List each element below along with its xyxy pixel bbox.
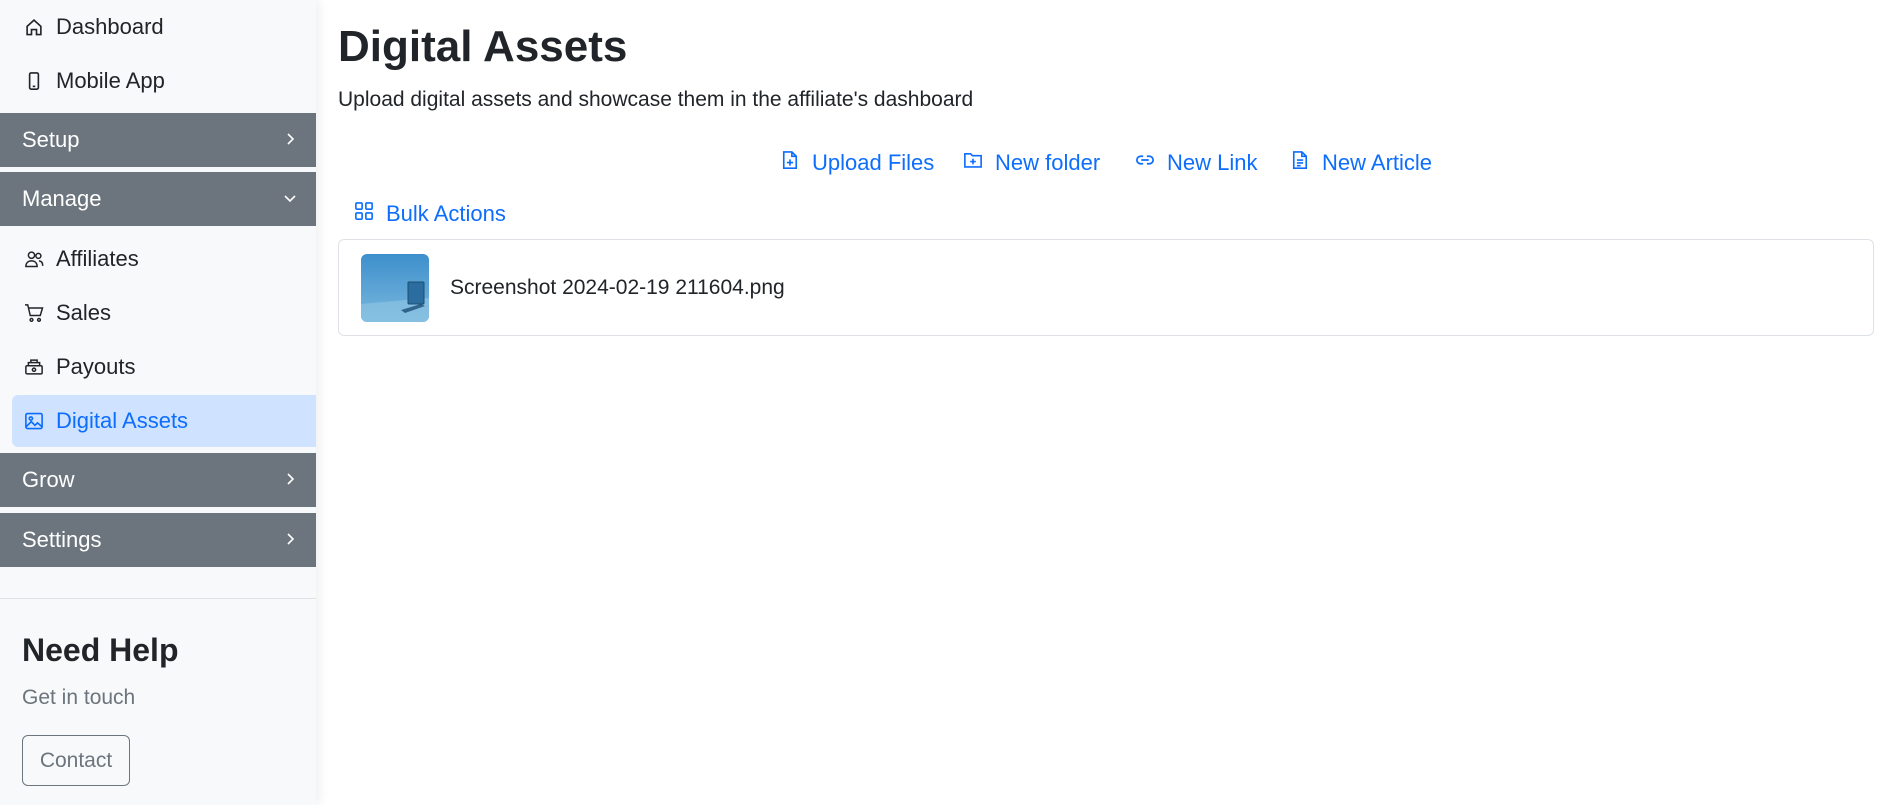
- cash-icon: [22, 355, 46, 379]
- section-setup[interactable]: Setup: [0, 113, 316, 167]
- new-link-button[interactable]: New Link: [1135, 148, 1257, 178]
- section-label: Settings: [22, 527, 102, 552]
- home-icon: [22, 15, 46, 39]
- section-settings[interactable]: Settings: [0, 513, 316, 567]
- sidebar-item-affiliates[interactable]: Affiliates: [12, 233, 316, 285]
- sidebar-item-label: Payouts: [56, 354, 136, 379]
- action-label: New folder: [995, 150, 1101, 175]
- asset-thumbnail: [361, 253, 429, 322]
- contact-button[interactable]: Contact: [22, 735, 130, 786]
- grid-icon: [354, 201, 386, 227]
- sidebar-item-dashboard[interactable]: Dashboard: [12, 1, 316, 53]
- sidebar-item-label: Affiliates: [56, 246, 139, 271]
- page-subtitle: Upload digital assets and showcase them …: [338, 88, 974, 111]
- sidebar-item-label: Digital Assets: [56, 408, 189, 433]
- section-manage[interactable]: Manage: [0, 172, 316, 226]
- asset-item[interactable]: Screenshot 2024-02-19 211604.png: [338, 239, 1874, 336]
- upload-files-button[interactable]: Upload Files: [780, 148, 934, 178]
- action-label: New Article: [1322, 150, 1433, 175]
- chevron-right-icon: [282, 527, 298, 553]
- sidebar-item-payouts[interactable]: Payouts: [12, 341, 316, 393]
- file-text-icon: [1290, 150, 1322, 176]
- chevron-right-icon: [282, 127, 298, 153]
- asset-name: Screenshot 2024-02-19 211604.png: [450, 275, 785, 299]
- section-grow[interactable]: Grow: [0, 453, 316, 507]
- section-label: Manage: [22, 186, 102, 211]
- new-folder-button[interactable]: New folder: [963, 148, 1100, 178]
- phone-icon: [22, 69, 46, 93]
- bulk-actions-label: Bulk Actions: [386, 201, 506, 226]
- action-label: New Link: [1167, 150, 1258, 175]
- sidebar-item-label: Sales: [56, 300, 112, 325]
- new-article-button[interactable]: New Article: [1290, 148, 1432, 178]
- sidebar-item-digital-assets[interactable]: Digital Assets: [12, 395, 316, 447]
- action-label: Upload Files: [812, 150, 935, 175]
- bulk-actions-button[interactable]: Bulk Actions: [354, 199, 506, 229]
- file-plus-icon: [780, 150, 812, 176]
- sidebar-divider: [0, 598, 316, 599]
- sidebar-item-label: Dashboard: [56, 14, 164, 39]
- help-subtitle: Get in touch: [22, 686, 136, 709]
- chevron-right-icon: [282, 467, 298, 493]
- sidebar-item-sales[interactable]: Sales: [12, 287, 316, 339]
- section-label: Grow: [22, 467, 75, 492]
- main-content: Digital Assets Upload digital assets and…: [316, 0, 1890, 805]
- page-title: Digital Assets: [338, 22, 628, 71]
- image-icon: [22, 409, 46, 433]
- sidebar-item-label: Mobile App: [56, 68, 165, 93]
- cart-icon: [22, 301, 46, 325]
- link-icon: [1135, 150, 1167, 176]
- help-title: Need Help: [22, 632, 179, 668]
- people-icon: [22, 247, 46, 271]
- section-label: Setup: [22, 127, 80, 152]
- sidebar: Dashboard Mobile App Setup Manage Affili…: [0, 0, 316, 805]
- folder-plus-icon: [963, 150, 995, 176]
- chevron-down-icon: [282, 186, 298, 212]
- sidebar-item-mobile-app[interactable]: Mobile App: [12, 55, 316, 107]
